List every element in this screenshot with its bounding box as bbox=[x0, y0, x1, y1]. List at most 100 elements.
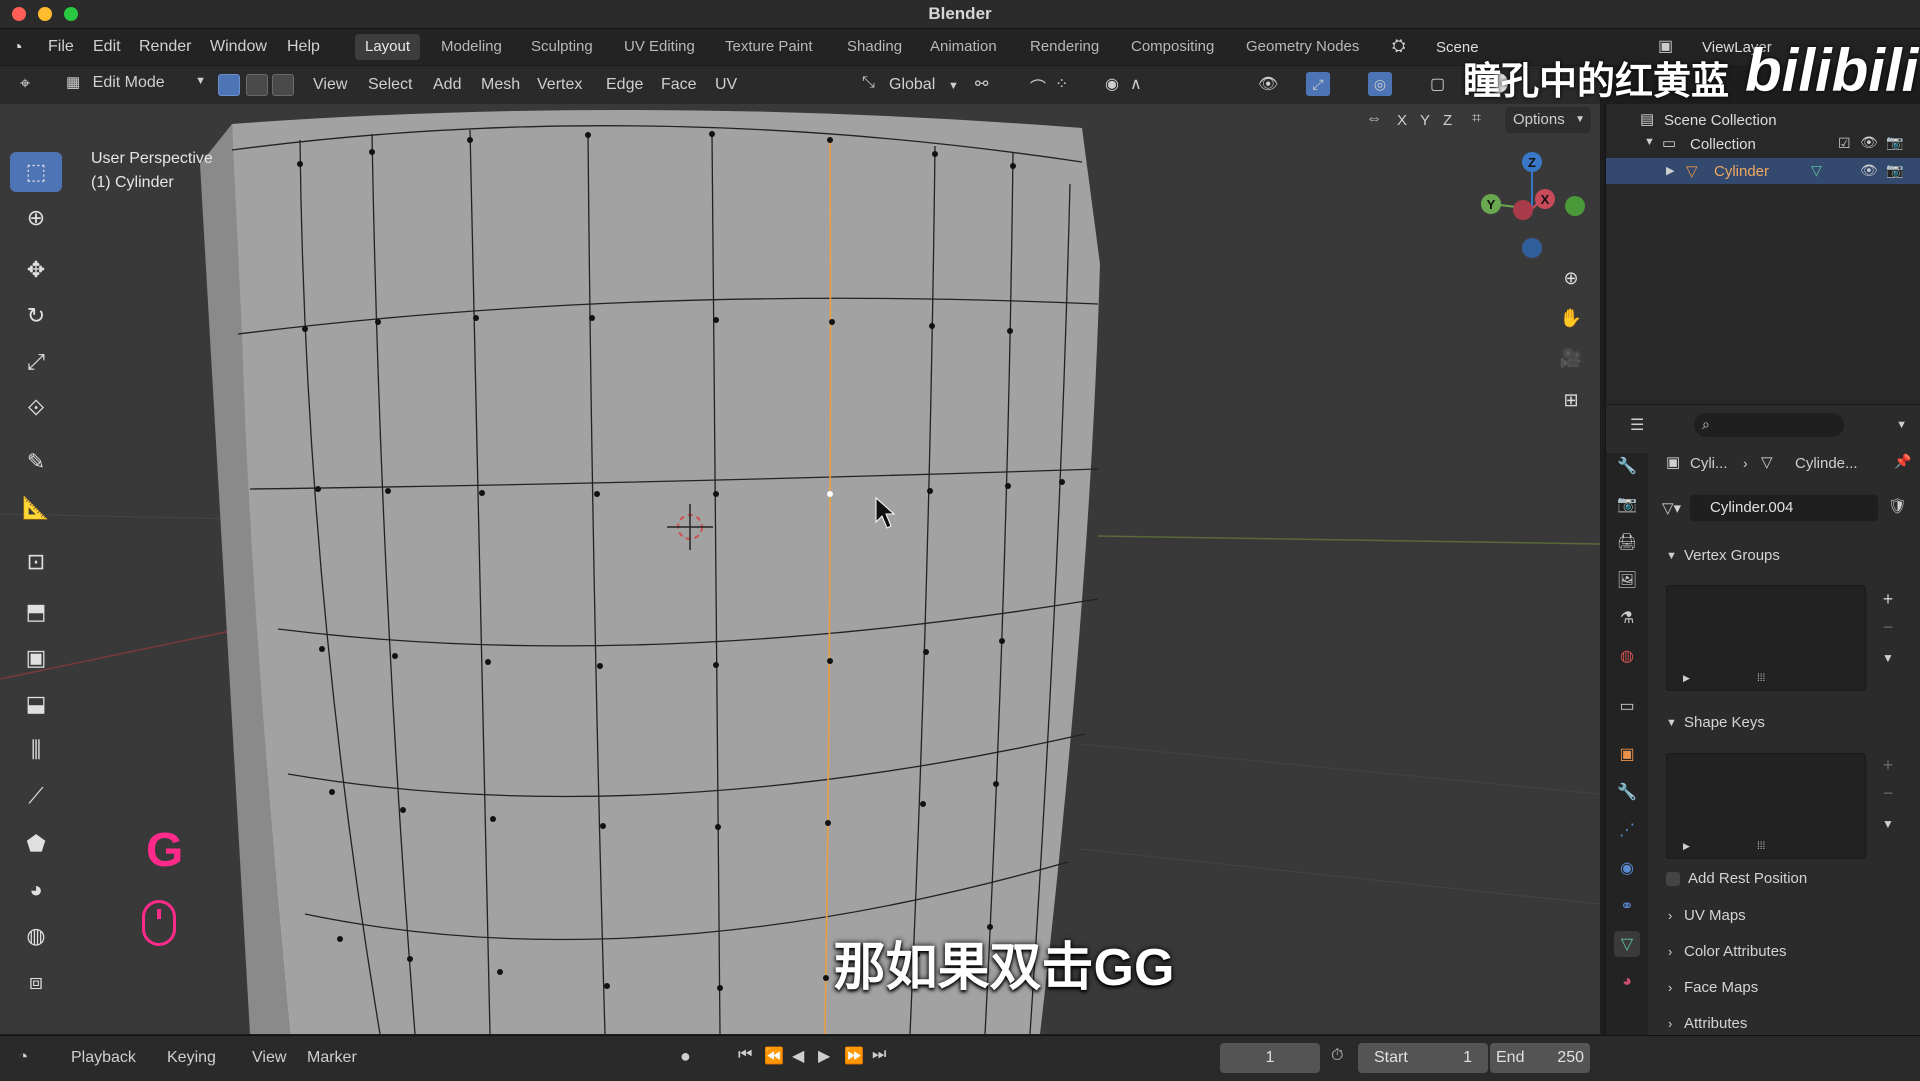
snap-target-icon[interactable]: ⁘ bbox=[1055, 74, 1068, 94]
current-frame-field[interactable]: 1 bbox=[1220, 1043, 1320, 1073]
scale-icon[interactable]: ⤢ bbox=[10, 342, 62, 382]
menu-uv[interactable]: UV bbox=[715, 73, 737, 97]
blender-logo-icon[interactable]: ◔ bbox=[12, 37, 23, 58]
axis-z-toggle[interactable]: Z bbox=[1443, 112, 1452, 129]
expand-icon[interactable]: ▶ bbox=[1666, 164, 1674, 177]
render-tab-icon[interactable]: 📷 bbox=[1614, 491, 1640, 517]
menu-mesh[interactable]: Mesh bbox=[481, 73, 520, 97]
proportional-edit-icon[interactable]: ◉ bbox=[1105, 74, 1119, 94]
properties-search-input[interactable]: ⌕ bbox=[1694, 413, 1844, 437]
menu-edit[interactable]: Edit bbox=[93, 38, 121, 56]
knife-icon[interactable]: ⟋ bbox=[10, 776, 62, 816]
tab-shading[interactable]: Shading bbox=[837, 34, 912, 60]
select-box-icon[interactable]: ⬚ bbox=[10, 152, 62, 192]
stopwatch-icon[interactable]: ⏱ bbox=[1331, 1047, 1343, 1065]
editor-type-icon[interactable]: ◔ bbox=[18, 1047, 28, 1067]
navigation-gizmo[interactable]: Z Y X bbox=[1481, 152, 1585, 258]
scene-collection-label[interactable]: Scene Collection bbox=[1664, 112, 1777, 129]
add-shape-key-button[interactable]: + bbox=[1876, 755, 1900, 779]
add-vertex-group-button[interactable]: + bbox=[1876, 589, 1900, 613]
axis-lock-icon[interactable]: ⇔ bbox=[1366, 110, 1382, 128]
resize-handle-icon[interactable]: ⁞⁞⁞ bbox=[1757, 673, 1765, 684]
end-frame-field[interactable]: End 250 bbox=[1490, 1043, 1590, 1073]
pivot-icon[interactable]: ⚯ bbox=[975, 74, 988, 94]
editor-type-icon[interactable]: ⌖ bbox=[20, 73, 30, 94]
menu-file[interactable]: File bbox=[48, 38, 74, 56]
menu-select[interactable]: Select bbox=[368, 73, 412, 97]
tool-tab-icon[interactable]: 🔧 bbox=[1614, 453, 1640, 479]
eye-icon[interactable]: 👁 bbox=[1860, 162, 1878, 179]
camera-icon[interactable]: 📷 bbox=[1886, 134, 1903, 151]
face-select-mode-button[interactable] bbox=[272, 74, 294, 96]
add-rest-position-checkbox[interactable] bbox=[1666, 872, 1680, 886]
eye-icon[interactable]: 👁 bbox=[1860, 134, 1878, 151]
scene-icon[interactable]: ⛭ bbox=[1392, 36, 1406, 56]
cursor-icon[interactable]: ⊕ bbox=[10, 198, 62, 238]
object-tab-icon[interactable]: ▣ bbox=[1614, 741, 1640, 767]
axis-y-toggle[interactable]: Y bbox=[1420, 112, 1430, 129]
rotate-icon[interactable]: ↻ bbox=[10, 296, 62, 336]
xray-toggle-icon[interactable]: ▢ bbox=[1430, 74, 1445, 94]
chevron-down-icon[interactable]: ▼ bbox=[1896, 419, 1907, 431]
collection-tab-icon[interactable]: ▭ bbox=[1614, 693, 1640, 719]
tab-rendering[interactable]: Rendering bbox=[1020, 34, 1109, 60]
outliner-row-cylinder[interactable]: ▶ ▽ Cylinder ▽ 👁 📷 bbox=[1606, 158, 1920, 184]
pin-icon[interactable]: 📌 bbox=[1894, 453, 1911, 470]
menu-face[interactable]: Face bbox=[661, 73, 697, 97]
menu-help[interactable]: Help bbox=[287, 38, 320, 56]
editor-type-icon[interactable]: ☰ bbox=[1630, 415, 1644, 435]
viewport-canvas[interactable]: Z Y X bbox=[0, 104, 1600, 1034]
transform-icon[interactable]: ⟐ bbox=[10, 388, 62, 428]
view-layer-tab-icon[interactable]: 🖼 bbox=[1614, 567, 1640, 593]
poly-build-icon[interactable]: ⬟ bbox=[10, 824, 62, 864]
tab-sculpting[interactable]: Sculpting bbox=[521, 34, 603, 60]
zoom-view-button[interactable]: ⊕ bbox=[1555, 262, 1587, 294]
menu-render[interactable]: Render bbox=[139, 38, 191, 56]
world-tab-icon[interactable]: ◍ bbox=[1614, 643, 1640, 669]
axis-x-toggle[interactable]: X bbox=[1397, 112, 1407, 129]
menu-vertex[interactable]: Vertex bbox=[537, 73, 582, 97]
vertex-group-menu-button[interactable]: ▼ bbox=[1876, 651, 1900, 675]
checkbox-icon[interactable]: ☑ bbox=[1838, 135, 1851, 152]
output-tab-icon[interactable]: 🖨 bbox=[1614, 529, 1640, 555]
ortho-toggle-button[interactable]: ⊞ bbox=[1555, 384, 1587, 416]
remove-shape-key-button[interactable]: − bbox=[1876, 783, 1900, 807]
expand-icon[interactable]: ▶ bbox=[1683, 841, 1690, 852]
loop-cut-icon[interactable]: ⫼ bbox=[10, 730, 62, 770]
inset-icon[interactable]: ▣ bbox=[10, 638, 62, 678]
tab-texture-paint[interactable]: Texture Paint bbox=[715, 34, 823, 60]
menu-playback[interactable]: Playback bbox=[71, 1049, 136, 1067]
add-cube-icon[interactable]: ⊡ bbox=[10, 542, 62, 582]
record-icon[interactable]: ● bbox=[680, 1046, 691, 1067]
fake-user-icon[interactable]: 🛡 bbox=[1888, 497, 1907, 515]
annotate-icon[interactable]: ✎ bbox=[10, 442, 62, 482]
uv-maps-header[interactable]: UV Maps bbox=[1684, 907, 1746, 924]
constraints-tab-icon[interactable]: ⚭ bbox=[1614, 893, 1640, 919]
3d-viewport[interactable]: Z Y X User Perspective (1) Cylinder ⇔ X … bbox=[0, 104, 1600, 1034]
menu-add[interactable]: Add bbox=[433, 73, 461, 97]
tab-geometry-nodes[interactable]: Geometry Nodes bbox=[1236, 34, 1369, 60]
edge-select-mode-button[interactable] bbox=[246, 74, 268, 96]
camera-view-button[interactable]: 🎥 bbox=[1555, 342, 1587, 374]
menu-edge[interactable]: Edge bbox=[606, 73, 643, 97]
vertex-groups-list[interactable]: ▶ ⁞⁞⁞ bbox=[1666, 585, 1866, 691]
prev-keyframe-icon[interactable]: ⏪ bbox=[764, 1046, 784, 1066]
extrude-icon[interactable]: ⬒ bbox=[10, 592, 62, 632]
particles-tab-icon[interactable]: ⋰ bbox=[1614, 817, 1640, 843]
falloff-icon[interactable]: ∧ bbox=[1130, 74, 1142, 94]
transform-orientation-selector[interactable]: Global bbox=[889, 73, 935, 97]
vertex-groups-header[interactable]: Vertex Groups bbox=[1684, 547, 1780, 564]
mesh-datablock-icon[interactable]: ▽▾ bbox=[1662, 499, 1681, 517]
overlay-toggle-icon[interactable]: ◎ bbox=[1368, 72, 1392, 96]
scene-tab-icon[interactable]: ⚗ bbox=[1614, 605, 1640, 631]
shape-keys-list[interactable]: ▶ ⁞⁞⁞ bbox=[1666, 753, 1866, 859]
expand-icon[interactable]: ▼ bbox=[1644, 136, 1655, 148]
mesh-name-field[interactable]: Cylinder.004 bbox=[1690, 495, 1878, 521]
visibility-icon[interactable]: 👁 bbox=[1258, 74, 1278, 94]
vertex-select-mode-button[interactable] bbox=[218, 74, 240, 96]
attributes-header[interactable]: Attributes bbox=[1684, 1015, 1747, 1032]
menu-marker[interactable]: Marker bbox=[307, 1049, 357, 1067]
jump-end-icon[interactable]: ⏭ bbox=[872, 1046, 886, 1064]
resize-handle-icon[interactable]: ⁞⁞⁞ bbox=[1757, 841, 1765, 852]
collection-label[interactable]: Collection bbox=[1690, 136, 1756, 153]
